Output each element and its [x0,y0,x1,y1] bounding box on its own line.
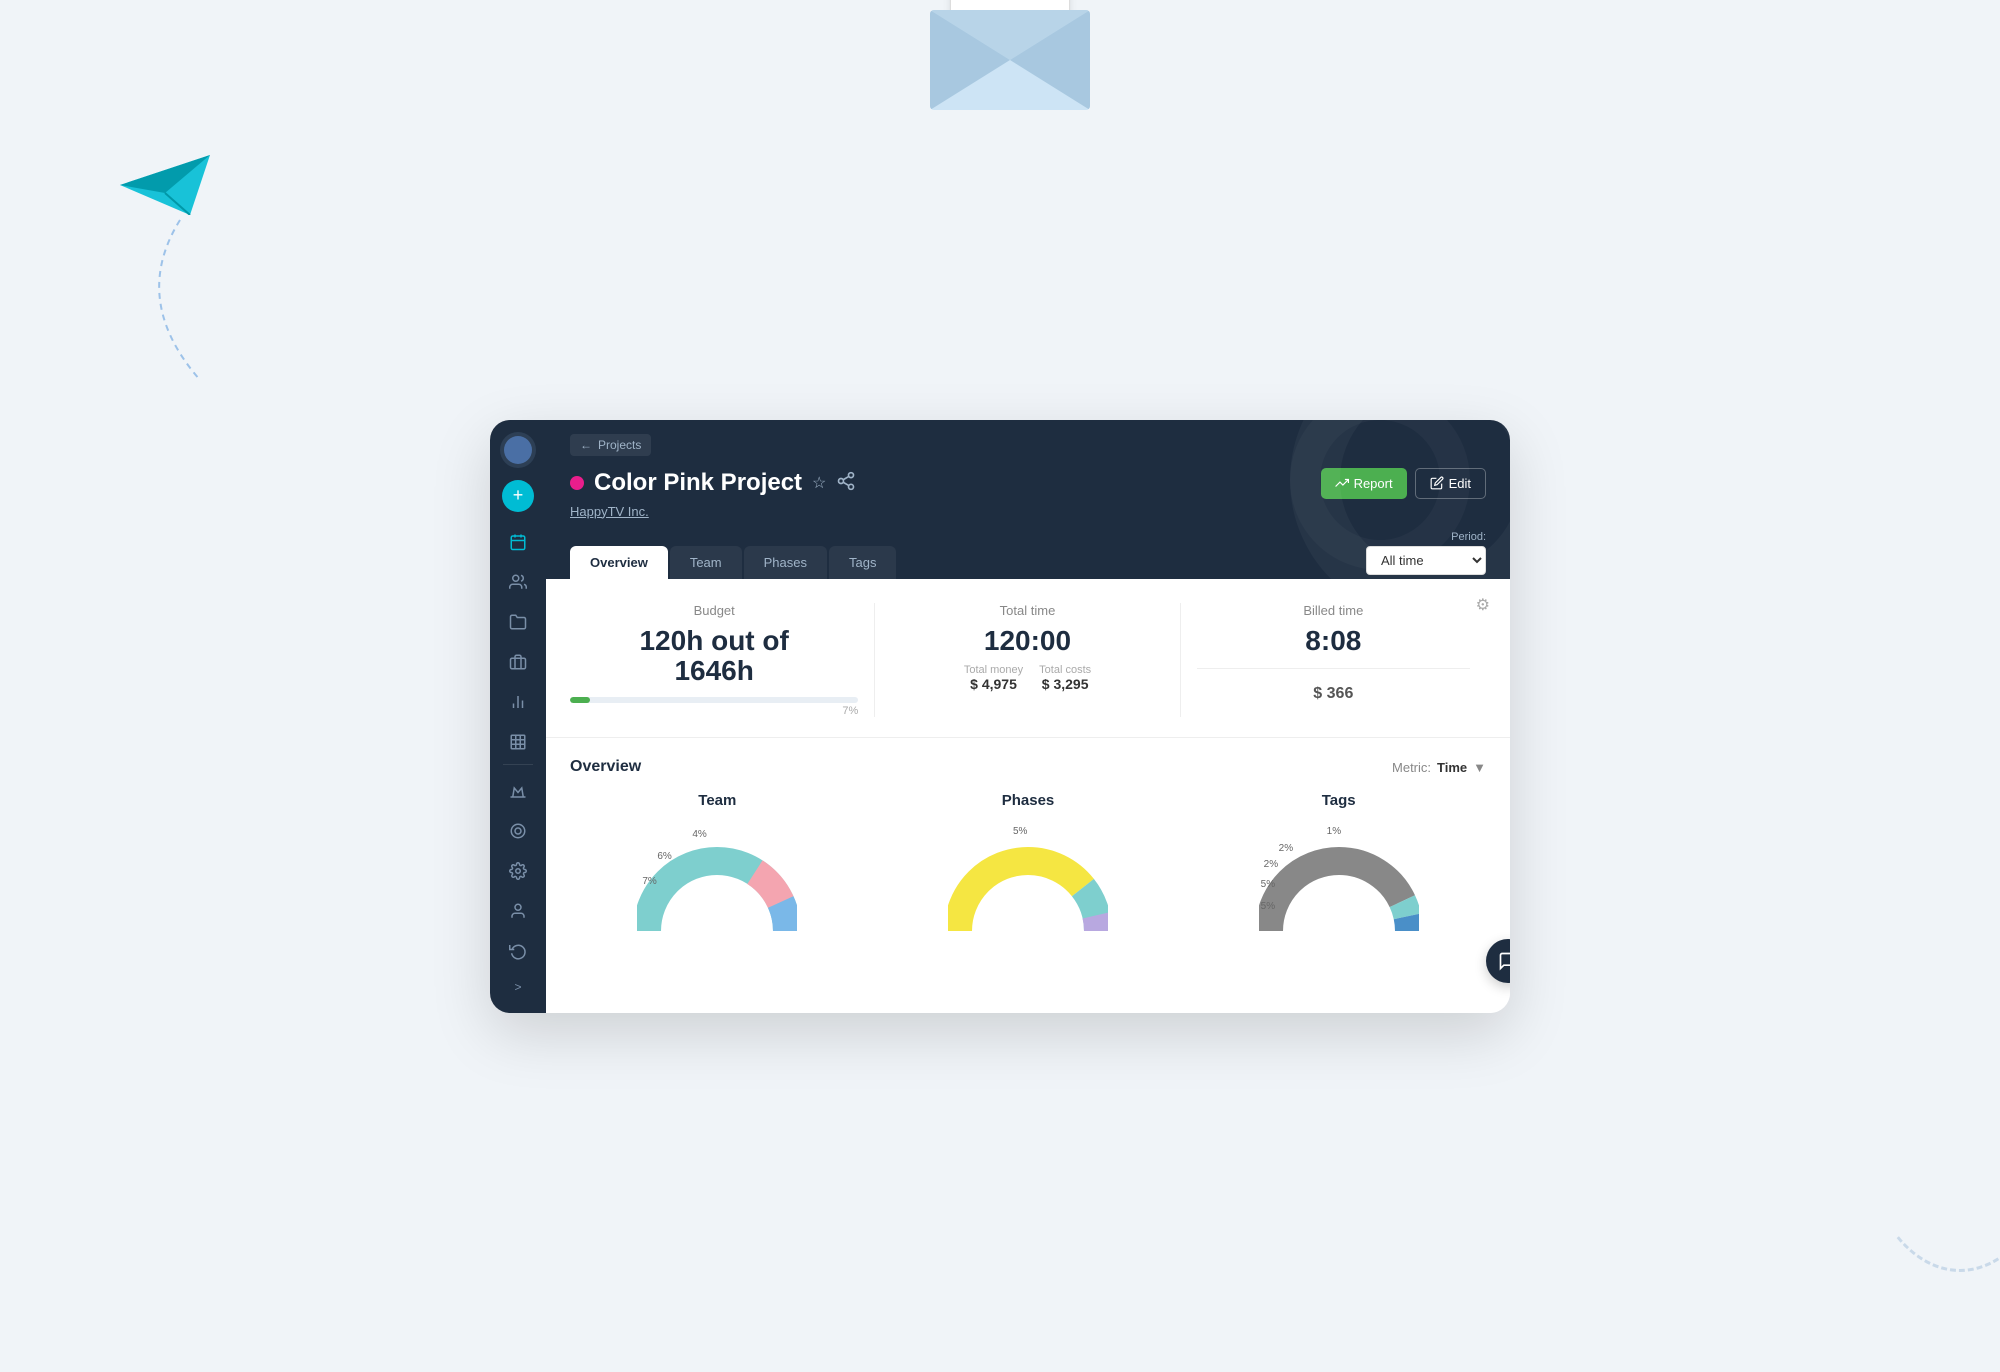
breadcrumb-back[interactable]: ← Projects [570,434,651,456]
period-label: Period: [1451,531,1486,543]
period-select[interactable]: All time [1366,546,1486,575]
favorite-star-icon[interactable]: ☆ [812,473,826,493]
phases-chart-title: Phases [881,792,1176,809]
billed-amount: $ 366 [1197,685,1470,703]
share-icon[interactable] [836,471,856,496]
tab-overview[interactable]: Overview [570,546,668,579]
sidebar-item-settings[interactable] [500,853,536,889]
budget-label: Budget [570,603,858,618]
total-costs-value: $ 3,295 [1039,676,1091,692]
phases-donut-chart [948,821,1108,951]
logo[interactable] [500,432,536,468]
sidebar-collapse-button[interactable]: > [500,973,536,1001]
sidebar-item-calendar[interactable] [500,524,536,560]
billed-time-label: Billed time [1197,603,1470,618]
sidebar-item-history[interactable] [500,933,536,969]
team-chart: Team [570,792,865,956]
total-time-stat: Total time 120:00 Total money $ 4,975 To… [875,603,1180,718]
back-arrow-icon: ← [580,438,592,452]
add-button[interactable]: + [502,480,534,512]
tab-tags[interactable]: Tags [829,546,896,579]
overview-section-title: Overview [570,758,641,776]
billed-time-stat: Billed time 8:08 $ 366 [1181,603,1486,718]
metric-dropdown-arrow: ▼ [1473,760,1486,775]
total-time-value: 120:00 [891,626,1163,657]
team-4pct: 4% [692,829,706,840]
project-status-dot [570,476,584,490]
tab-phases[interactable]: Phases [744,546,827,579]
total-costs-label: Total costs [1039,664,1091,676]
sidebar-item-crown[interactable] [500,773,536,809]
tab-team[interactable]: Team [670,546,742,579]
total-money-label: Total money [964,664,1023,676]
metric-value: Time [1437,760,1467,775]
tags-5pct-2: 5% [1261,901,1275,912]
breadcrumb-label: Projects [598,438,641,452]
phases-chart: Phases 5% [881,792,1176,956]
sidebar-item-briefcase[interactable] [500,644,536,680]
team-donut-chart [637,821,797,951]
sidebar-item-table[interactable] [500,724,536,760]
stats-settings-icon[interactable]: ⚙ [1476,595,1490,615]
project-name: Color Pink Project [594,469,802,497]
tags-2pct-2: 2% [1264,859,1278,870]
total-money-value: $ 4,975 [964,676,1023,692]
tags-chart: Tags [1191,792,1486,956]
metric-selector[interactable]: Metric: Time ▼ [1392,760,1486,775]
tags-2pct-1: 2% [1279,843,1293,854]
budget-value: 120h out of 1646h [570,626,858,688]
team-6pct: 6% [657,851,671,862]
sidebar-item-chart[interactable] [500,684,536,720]
budget-percent: 7% [570,705,858,717]
sidebar-item-team[interactable] [500,564,536,600]
total-time-label: Total time [891,603,1163,618]
tags-donut-chart [1259,821,1419,951]
company-link[interactable]: HappyTV Inc. [570,504,649,519]
sidebar: + [490,420,546,1013]
sidebar-item-folder[interactable] [500,604,536,640]
budget-stat: Budget 120h out of 1646h 7% [570,603,875,718]
team-chart-title: Team [570,792,865,809]
tags-1pct: 1% [1327,826,1341,837]
phases-5pct: 5% [1013,826,1027,837]
billed-time-value: 8:08 [1197,626,1470,657]
tags-5pct-1: 5% [1261,879,1275,890]
sidebar-item-group[interactable] [500,813,536,849]
metric-label: Metric: [1392,760,1431,775]
tags-chart-title: Tags [1191,792,1486,809]
team-7pct: 7% [642,876,656,887]
sidebar-item-user-profile[interactable] [500,893,536,929]
